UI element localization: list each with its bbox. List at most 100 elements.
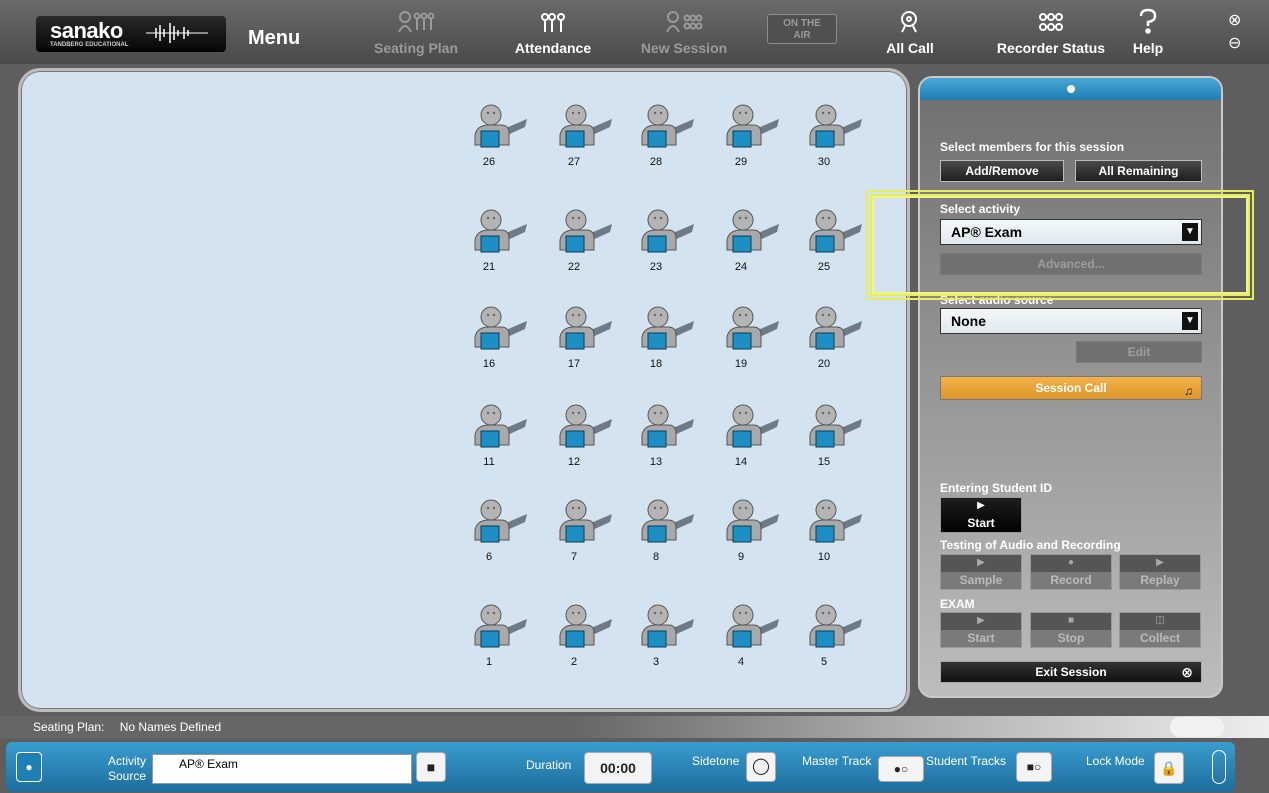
- bottom-dot-button[interactable]: ●: [16, 752, 42, 782]
- student-seat-4[interactable]: 4: [721, 601, 781, 673]
- exam-start-label: Start: [967, 631, 995, 645]
- sample-button[interactable]: ▶ Sample: [940, 554, 1022, 590]
- exit-session-button[interactable]: Exit Session ⊗: [940, 661, 1202, 683]
- student-seat-6[interactable]: 6: [469, 496, 529, 568]
- student-seat-13[interactable]: 13: [636, 401, 696, 473]
- student-seat-icon: [809, 499, 862, 543]
- student-seat-26[interactable]: 26: [469, 101, 529, 173]
- student-seat-18[interactable]: 18: [636, 303, 696, 375]
- student-seat-icon: [559, 404, 612, 448]
- student-seat-27[interactable]: 27: [554, 101, 614, 173]
- student-seat-14[interactable]: 14: [721, 401, 781, 473]
- student-seat-20[interactable]: 20: [804, 303, 864, 375]
- student-seat-10[interactable]: 10: [804, 496, 864, 568]
- student-seat-icon: [726, 604, 779, 648]
- attendance-icon: [508, 4, 598, 34]
- student-seat-9[interactable]: 9: [721, 496, 781, 568]
- help-button[interactable]: Help: [1126, 4, 1170, 62]
- student-seat-3[interactable]: 3: [636, 601, 696, 673]
- student-id-start-label: Start: [967, 516, 995, 530]
- seat-number: 27: [567, 156, 581, 168]
- student-seat-5[interactable]: 5: [804, 601, 864, 673]
- student-seat-29[interactable]: 29: [721, 101, 781, 173]
- student-tracks-toggle-icon[interactable]: ■○: [1016, 752, 1052, 782]
- seat-number: 1: [485, 656, 493, 668]
- activity-select[interactable]: AP® Exam ▼: [940, 219, 1202, 245]
- sidetone-headphones-icon[interactable]: ◯: [746, 752, 776, 782]
- session-call-button[interactable]: Session Call ♫: [940, 376, 1202, 400]
- exam-collect-button[interactable]: ◫ Collect: [1119, 612, 1201, 648]
- seat-number: 21: [482, 261, 496, 273]
- student-seat-1[interactable]: 1: [469, 601, 529, 673]
- student-seat-icon: [474, 604, 527, 648]
- on-the-air-indicator[interactable]: ON THE AIR: [767, 14, 837, 44]
- student-seat-icon: [726, 104, 779, 148]
- student-seat-24[interactable]: 24: [721, 206, 781, 278]
- student-seat-22[interactable]: 22: [554, 206, 614, 278]
- master-track-toggle-icon[interactable]: ●○: [878, 756, 924, 782]
- select-members-label: Select members for this session: [940, 140, 1125, 154]
- replay-button[interactable]: ▶ Replay: [1119, 554, 1201, 590]
- attendance-button[interactable]: Attendance: [508, 4, 598, 62]
- edit-button[interactable]: Edit: [1076, 341, 1202, 363]
- activity-stop-button[interactable]: ■: [416, 752, 446, 782]
- all-call-button[interactable]: All Call: [870, 4, 950, 62]
- activity-label: Activity: [107, 754, 146, 768]
- student-seat-icon: [809, 404, 862, 448]
- duration-label: Duration: [526, 758, 572, 772]
- add-remove-button[interactable]: Add/Remove: [940, 160, 1064, 182]
- seat-number: 8: [652, 551, 660, 563]
- student-seat-23[interactable]: 23: [636, 206, 696, 278]
- student-seat-19[interactable]: 19: [721, 303, 781, 375]
- new-session-button[interactable]: New Session: [634, 4, 734, 62]
- collect-icon: ◫: [1155, 615, 1165, 626]
- menu-button[interactable]: Menu: [248, 27, 300, 50]
- testing-audio-label: Testing of Audio and Recording: [940, 538, 1121, 552]
- seat-number: 10: [817, 551, 831, 563]
- student-seat-12[interactable]: 12: [554, 401, 614, 473]
- student-seat-icon: [559, 604, 612, 648]
- session-call-label: Session Call: [1035, 381, 1107, 395]
- exam-start-button[interactable]: ▶ Start: [940, 612, 1022, 648]
- recorder-status-button[interactable]: Recorder Status: [986, 4, 1116, 62]
- audio-dropdown-arrow-icon[interactable]: ▼: [1182, 312, 1198, 330]
- student-seat-25[interactable]: 25: [804, 206, 864, 278]
- student-seat-11[interactable]: 11: [469, 401, 529, 473]
- audio-source-select[interactable]: None ▼: [940, 308, 1202, 334]
- student-id-start-button[interactable]: ▶ Start: [940, 497, 1022, 533]
- play-icon: ▶: [977, 500, 985, 511]
- student-seat-7[interactable]: 7: [554, 496, 614, 568]
- seat-number: 22: [567, 261, 581, 273]
- seat-number: 19: [734, 358, 748, 370]
- all-remaining-button[interactable]: All Remaining: [1075, 160, 1202, 182]
- student-seat-16[interactable]: 16: [469, 303, 529, 375]
- student-seat-30[interactable]: 30: [804, 101, 864, 173]
- activity-source-field[interactable]: AP® Exam: [152, 754, 412, 784]
- seating-plan-button[interactable]: Seating Plan: [368, 4, 464, 62]
- advanced-button[interactable]: Advanced...: [940, 253, 1202, 275]
- seat-number: 6: [485, 551, 493, 563]
- all-call-icon: [870, 4, 950, 34]
- duration-value: 00:00: [584, 752, 652, 784]
- minimize-icon[interactable]: ⊖: [1228, 33, 1241, 53]
- student-seat-28[interactable]: 28: [636, 101, 696, 173]
- student-seat-2[interactable]: 2: [554, 601, 614, 673]
- seat-number: 16: [482, 358, 496, 370]
- student-seat-icon: [641, 104, 694, 148]
- student-seat-15[interactable]: 15: [804, 401, 864, 473]
- bottom-scroll-handle[interactable]: [1212, 750, 1226, 784]
- student-seat-icon: [726, 306, 779, 350]
- activity-dropdown-arrow-icon[interactable]: ▼: [1182, 223, 1198, 241]
- student-seat-8[interactable]: 8: [636, 496, 696, 568]
- seating-plan-label: Seating Plan: [373, 40, 459, 56]
- stop-icon: ■: [1067, 615, 1075, 626]
- record-button[interactable]: ● Record: [1030, 554, 1112, 590]
- exam-stop-button[interactable]: ■ Stop: [1030, 612, 1112, 648]
- student-seat-17[interactable]: 17: [554, 303, 614, 375]
- student-seat-21[interactable]: 21: [469, 206, 529, 278]
- lock-icon[interactable]: 🔒: [1154, 752, 1184, 784]
- sample-play-icon: ▶: [977, 557, 985, 568]
- close-icon[interactable]: ⊗: [1228, 10, 1241, 30]
- bottom-bar: ● Activity Source AP® Exam ■ Duration 00…: [6, 742, 1235, 792]
- seat-number: 29: [734, 156, 748, 168]
